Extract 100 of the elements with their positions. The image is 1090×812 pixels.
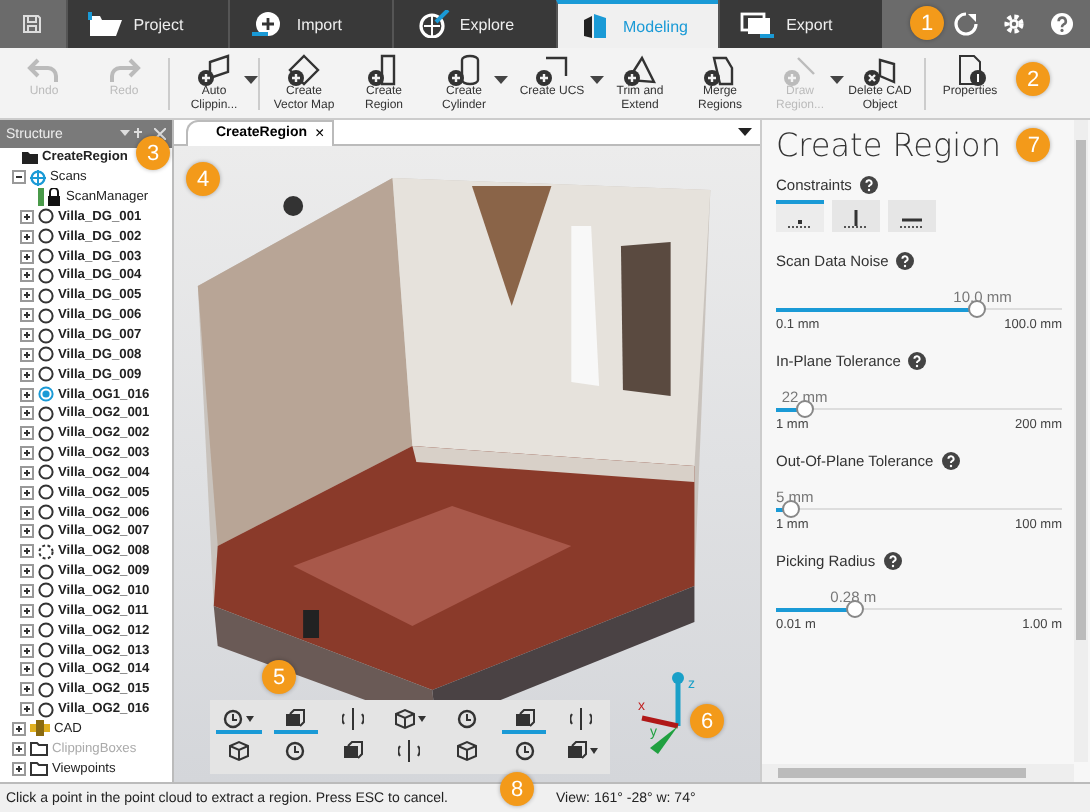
help-icon[interactable] — [896, 252, 915, 270]
caret-icon — [494, 76, 508, 84]
expand-icon[interactable] — [20, 702, 34, 717]
scan-radio[interactable] — [38, 484, 54, 501]
caret-icon — [830, 76, 844, 84]
caret-icon — [244, 76, 258, 84]
expand-icon[interactable] — [20, 603, 34, 618]
expand-icon[interactable] — [20, 524, 34, 539]
scan-radio[interactable] — [38, 287, 54, 304]
scan-radio[interactable] — [38, 445, 54, 462]
settings-icon[interactable] — [1002, 12, 1026, 36]
scrollbar[interactable] — [1074, 120, 1088, 762]
expand-icon[interactable] — [20, 328, 34, 343]
constraint-button[interactable] — [776, 200, 824, 232]
expand-icon[interactable] — [20, 268, 34, 283]
expand-icon[interactable] — [20, 623, 34, 638]
expand-icon[interactable] — [20, 446, 34, 461]
view-tool[interactable] — [501, 708, 547, 734]
view-icon — [284, 708, 307, 730]
expand-icon[interactable] — [20, 505, 34, 520]
scan-radio[interactable] — [38, 346, 54, 363]
scan-radio[interactable] — [38, 327, 54, 344]
expand-icon[interactable] — [20, 209, 34, 224]
scan-radio[interactable] — [38, 504, 54, 521]
callout-badge: 3 — [136, 136, 170, 170]
scan-radio[interactable] — [38, 582, 54, 599]
help-icon[interactable] — [859, 176, 878, 194]
delete-icon — [862, 54, 898, 86]
view-tool[interactable] — [216, 708, 262, 734]
save-icon — [22, 14, 43, 34]
cylinder-icon — [446, 54, 482, 86]
expand-icon[interactable] — [20, 367, 34, 382]
constraint-button[interactable] — [832, 200, 880, 232]
redo-icon — [106, 54, 142, 86]
sync-icon[interactable] — [954, 12, 978, 36]
callout-badge: 8 — [500, 772, 534, 806]
scan-radio[interactable] — [38, 622, 54, 639]
scrollbar[interactable] — [762, 764, 1074, 782]
globe-icon — [413, 10, 450, 38]
cube-icon — [393, 708, 416, 730]
expand-icon[interactable] — [20, 387, 34, 402]
scan-radio[interactable] — [38, 563, 54, 580]
expand-icon[interactable] — [20, 229, 34, 244]
scan-radio[interactable] — [38, 386, 54, 403]
expand-icon[interactable] — [20, 662, 34, 677]
scan-radio[interactable] — [38, 248, 54, 265]
caret-icon[interactable] — [738, 128, 752, 136]
scan-radio[interactable] — [38, 208, 54, 225]
expand-icon[interactable] — [20, 564, 34, 579]
expand-icon[interactable] — [20, 465, 34, 480]
caret-icon — [417, 716, 426, 722]
expand-icon[interactable] — [12, 761, 26, 776]
nav-tab[interactable]: Export — [718, 0, 882, 48]
scan-radio[interactable] — [38, 543, 54, 560]
expand-icon[interactable] — [20, 544, 34, 559]
scan-radio[interactable] — [38, 602, 54, 619]
nav-tab[interactable]: Explore — [391, 0, 555, 48]
scan-radio[interactable] — [38, 267, 54, 284]
expand-icon[interactable] — [20, 406, 34, 421]
scan-radio[interactable] — [38, 307, 54, 324]
collapse-icon[interactable] — [12, 170, 26, 185]
expand-icon[interactable] — [20, 583, 34, 598]
cad-icon — [30, 720, 50, 737]
scan-radio[interactable] — [38, 425, 54, 442]
close-icon[interactable]: × — [315, 124, 325, 142]
help-icon[interactable] — [908, 352, 927, 370]
scan-radio[interactable] — [38, 681, 54, 698]
merge-icon — [702, 54, 738, 86]
expand-icon[interactable] — [20, 249, 34, 264]
ucs-icon — [534, 54, 570, 86]
pin-icon[interactable] — [120, 128, 148, 140]
expand-icon[interactable] — [20, 308, 34, 323]
expand-icon[interactable] — [20, 288, 34, 303]
scan-radio[interactable] — [38, 661, 54, 678]
expand-icon[interactable] — [20, 485, 34, 500]
nav-tab[interactable]: Import — [228, 0, 392, 48]
scan-radio[interactable] — [38, 464, 54, 481]
scan-radio[interactable] — [38, 366, 54, 383]
scan-radio[interactable] — [38, 228, 54, 245]
scan-radio[interactable] — [38, 642, 54, 659]
vector-map-icon — [286, 54, 322, 86]
expand-icon[interactable] — [20, 426, 34, 441]
caret-icon — [246, 716, 255, 722]
nav-tab[interactable]: Project — [65, 0, 229, 48]
callout-badge: 2 — [1016, 62, 1050, 96]
help-icon[interactable] — [941, 452, 960, 470]
expand-icon[interactable] — [20, 643, 34, 658]
save-button[interactable] — [0, 0, 66, 48]
scan-radio[interactable] — [38, 701, 54, 718]
slice-icon — [398, 740, 421, 762]
expand-icon[interactable] — [20, 682, 34, 697]
scan-radio[interactable] — [38, 523, 54, 540]
help-icon[interactable] — [1050, 12, 1074, 36]
help-icon[interactable] — [883, 552, 902, 570]
expand-icon[interactable] — [20, 347, 34, 362]
expand-icon[interactable] — [12, 721, 26, 736]
view-tool[interactable] — [273, 708, 319, 734]
close-icon[interactable] — [154, 128, 166, 140]
scan-radio[interactable] — [38, 405, 54, 422]
constraint-button[interactable] — [888, 200, 936, 232]
